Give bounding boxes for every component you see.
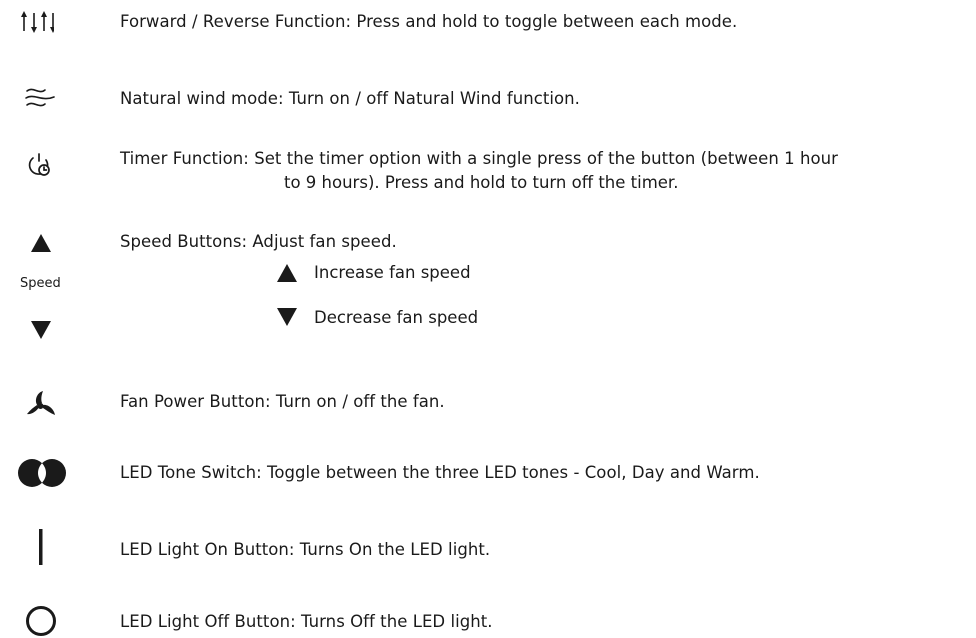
speed-description: Speed Buttons: Adjust fan speed. [120,232,397,251]
decrease-speed-label: Decrease fan speed [314,308,479,327]
timer-icon [24,150,54,180]
triangle-down-icon [276,307,298,327]
led-on-icon [36,528,46,566]
speed-label: Speed [20,276,61,291]
forward-reverse-description: Forward / Reverse Function: Press and ho… [120,12,738,31]
led-off-description: LED Light Off Button: Turns Off the LED … [120,612,493,631]
natural-wind-description: Natural wind mode: Turn on / off Natural… [120,89,580,108]
triangle-up-icon [276,263,298,283]
led-off-icon [24,604,58,638]
led-on-description: LED Light On Button: Turns On the LED li… [120,540,491,559]
forward-reverse-arrows-icon [20,9,54,35]
speed-down-icon [30,320,52,340]
led-tone-description: LED Tone Switch: Toggle between the thre… [120,463,760,482]
increase-speed-label: Increase fan speed [314,263,471,282]
timer-description-continued: to 9 hours). Press and hold to turn off … [284,173,679,192]
natural-wind-icon [22,84,58,110]
fan-power-icon [25,388,59,418]
speed-up-icon [30,233,52,253]
led-tone-icon [16,457,68,489]
timer-description: Timer Function: Set the timer option wit… [120,149,838,168]
fan-power-description: Fan Power Button: Turn on / off the fan. [120,392,445,411]
